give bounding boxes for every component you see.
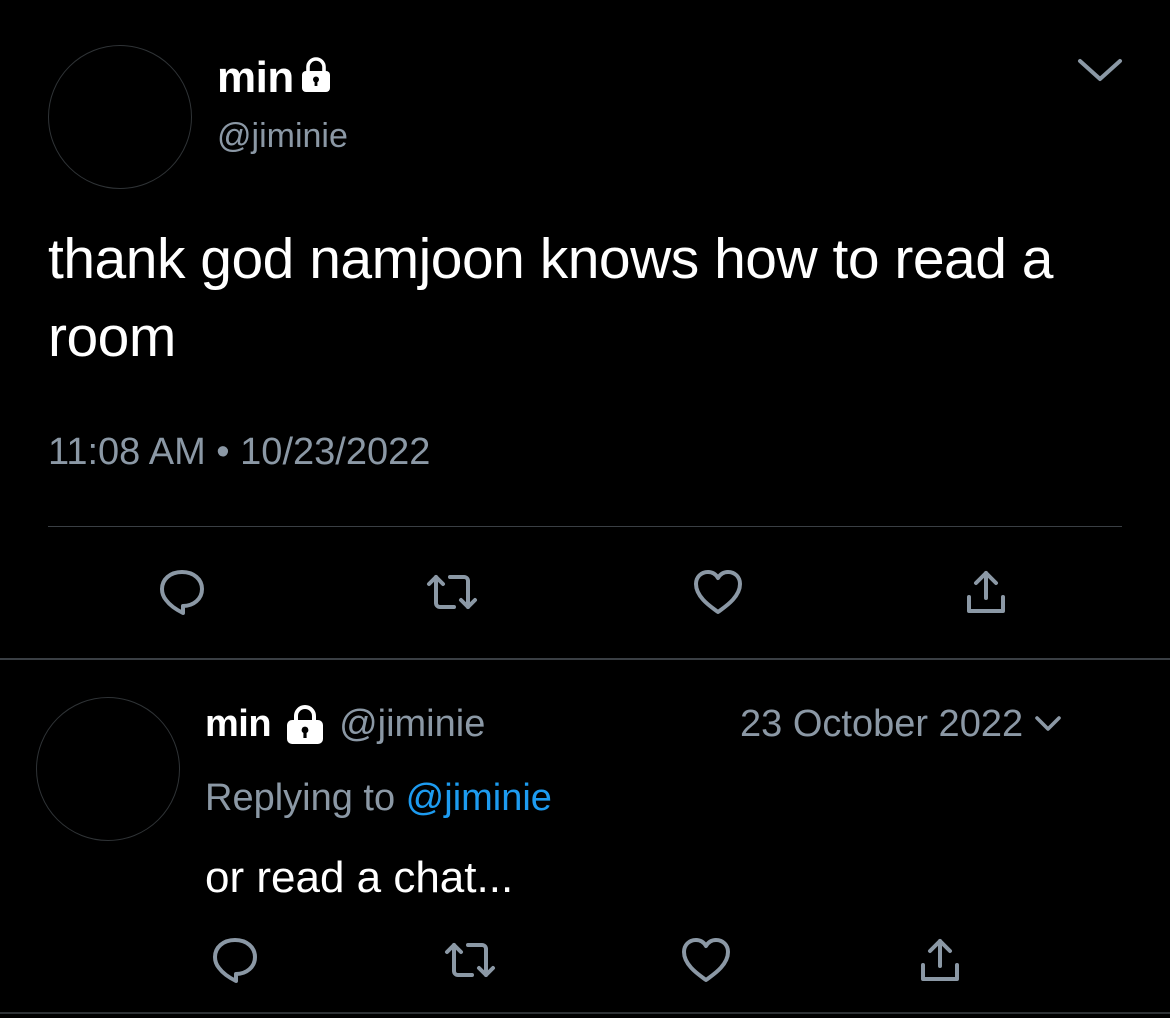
retweet-button[interactable] (422, 562, 482, 622)
lock-icon (301, 57, 330, 92)
reply-icon (160, 570, 204, 615)
share-button[interactable] (910, 930, 970, 990)
divider (0, 658, 1170, 660)
avatar[interactable] (36, 697, 180, 841)
display-name[interactable]: min (217, 52, 334, 104)
retweet-button[interactable] (440, 930, 500, 990)
timestamp-separator: • (216, 431, 230, 473)
share-button[interactable] (956, 562, 1016, 622)
tweet-text: or read a chat... (205, 853, 514, 902)
tweet-text: thank god namjoon knows how to read a ro… (48, 227, 1054, 369)
display-name[interactable]: min (205, 703, 272, 746)
reply-icon (213, 938, 257, 983)
retweet-icon (427, 575, 477, 609)
avatar[interactable] (48, 45, 192, 189)
chevron-down-icon[interactable] (1033, 713, 1063, 735)
tweet-date: 10/23/2022 (240, 431, 431, 473)
lock-icon (287, 705, 324, 744)
replying-to-label: Replying to (205, 777, 406, 819)
divider (0, 1012, 1170, 1014)
share-icon (967, 571, 1005, 613)
tweet-timestamp[interactable]: 11:08 AM • 10/23/2022 (48, 426, 430, 478)
replying-to-handle-link[interactable]: @jiminie (406, 777, 552, 819)
user-handle[interactable]: @jiminie (339, 703, 485, 746)
replying-to-line: Replying to @jiminie (205, 772, 552, 824)
like-button[interactable] (688, 562, 748, 622)
reply-header[interactable]: min @jiminie (205, 698, 485, 750)
divider (48, 526, 1122, 527)
like-button[interactable] (676, 930, 736, 990)
chevron-down-icon (1078, 59, 1122, 81)
tweet-menu-button[interactable] (1074, 52, 1126, 88)
reply-button[interactable] (205, 930, 265, 990)
display-name-text: min (217, 53, 294, 102)
retweet-icon (445, 943, 495, 977)
user-handle[interactable]: @jiminie (217, 114, 348, 158)
reply-button[interactable] (152, 562, 212, 622)
like-icon (682, 938, 730, 982)
tweet-time: 11:08 AM (48, 431, 206, 473)
tweet-date: 23 October 2022 (740, 702, 1024, 745)
like-icon (694, 570, 742, 614)
reply-date[interactable]: 23 October 2022 (740, 698, 1063, 750)
share-icon (921, 939, 959, 981)
